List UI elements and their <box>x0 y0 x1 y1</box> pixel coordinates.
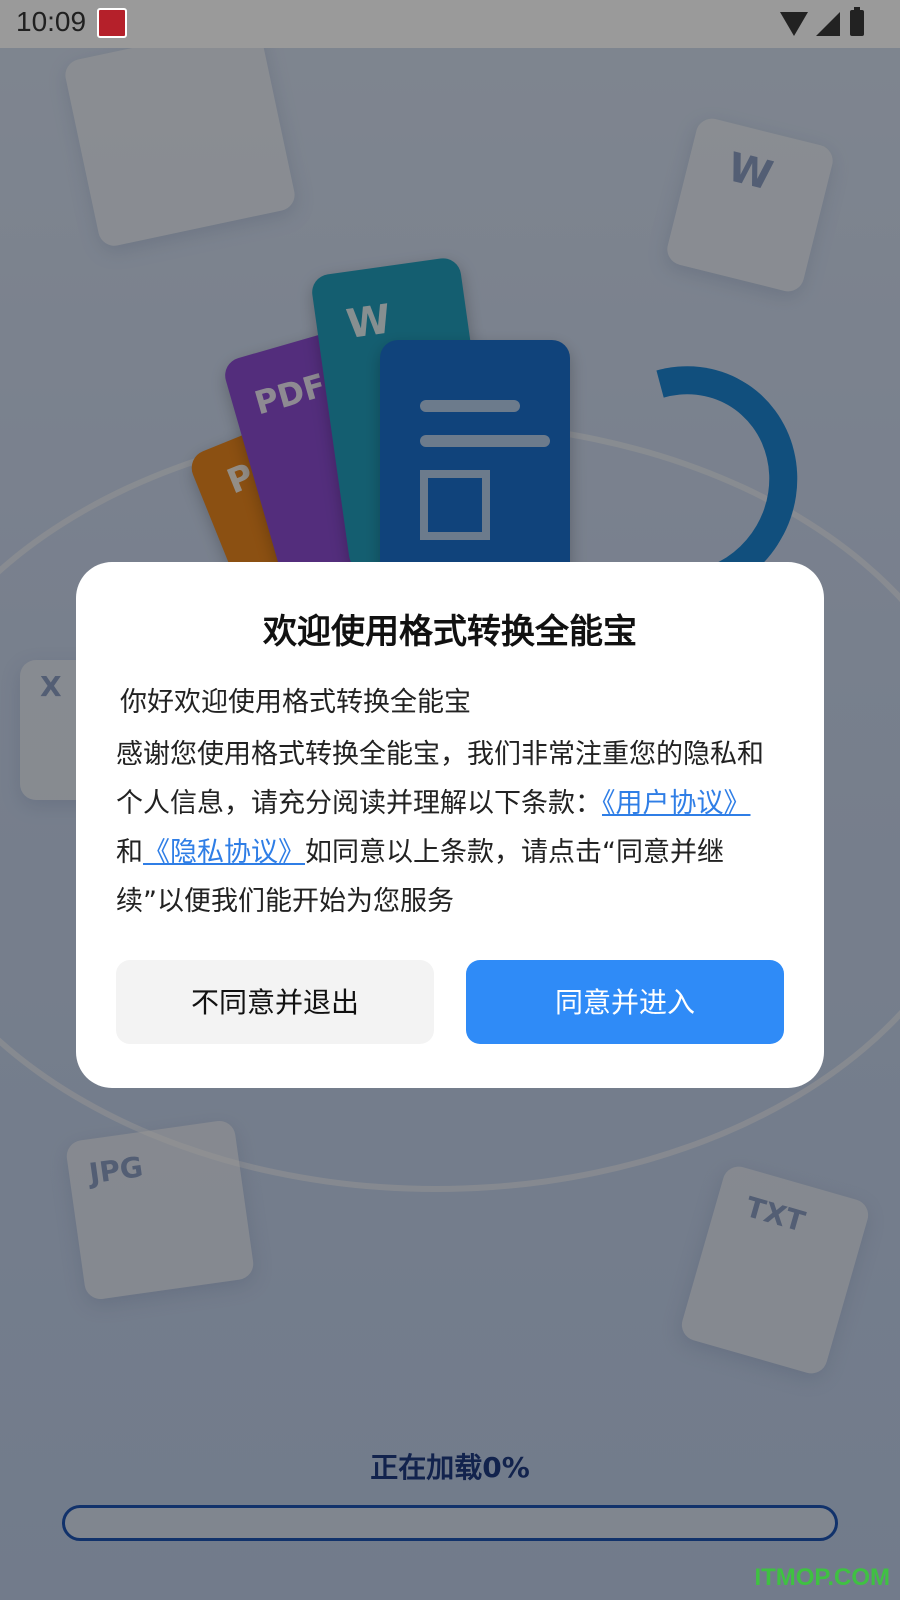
dialog-title: 欢迎使用格式转换全能宝 <box>263 612 637 652</box>
privacy-dialog: 欢迎使用格式转换全能宝 你好欢迎使用格式转换全能宝 感谢您使用格式转换全能宝，我… <box>76 562 824 1088</box>
dialog-and-text: 和 <box>116 837 143 868</box>
status-bar: 10:09 <box>0 0 900 48</box>
watermark: ITMOP.COM <box>754 1564 890 1591</box>
status-time: 10:09 <box>16 6 87 37</box>
dialog-greeting: 你好欢迎使用格式转换全能宝 <box>120 687 471 718</box>
privacy-agreement-link[interactable]: 《隐私协议》 <box>143 837 305 868</box>
wifi-icon <box>780 12 808 36</box>
app-notification-icon <box>97 8 127 38</box>
user-agreement-link[interactable]: 《用户协议》 <box>602 788 751 819</box>
splash-screen: W X JPG TXT P PDF W 正在加载0% 10:09 欢迎使用格式转… <box>0 0 900 1600</box>
signal-icon <box>816 12 840 36</box>
battery-icon <box>850 7 864 36</box>
decline-exit-button[interactable]: 不同意并退出 <box>116 960 434 1044</box>
accept-enter-button[interactable]: 同意并进入 <box>466 960 784 1044</box>
dialog-body: 感谢您使用格式转换全能宝，我们非常注重您的隐私和个人信息，请充分阅读并理解以下条… <box>116 730 776 926</box>
